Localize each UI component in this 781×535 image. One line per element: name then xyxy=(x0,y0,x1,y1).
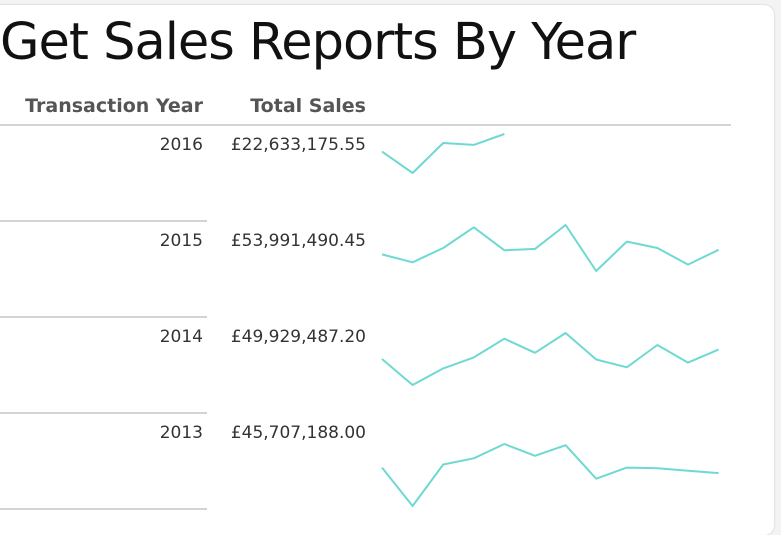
sales-trend-sparkline-2016 xyxy=(381,133,505,174)
sales-trend-sparklines xyxy=(381,133,720,507)
sales-trend-sparkline-2015 xyxy=(381,224,720,272)
sales-trend-sparkline-2014 xyxy=(381,332,719,386)
sales-trend-sparkline-2013 xyxy=(381,443,719,507)
